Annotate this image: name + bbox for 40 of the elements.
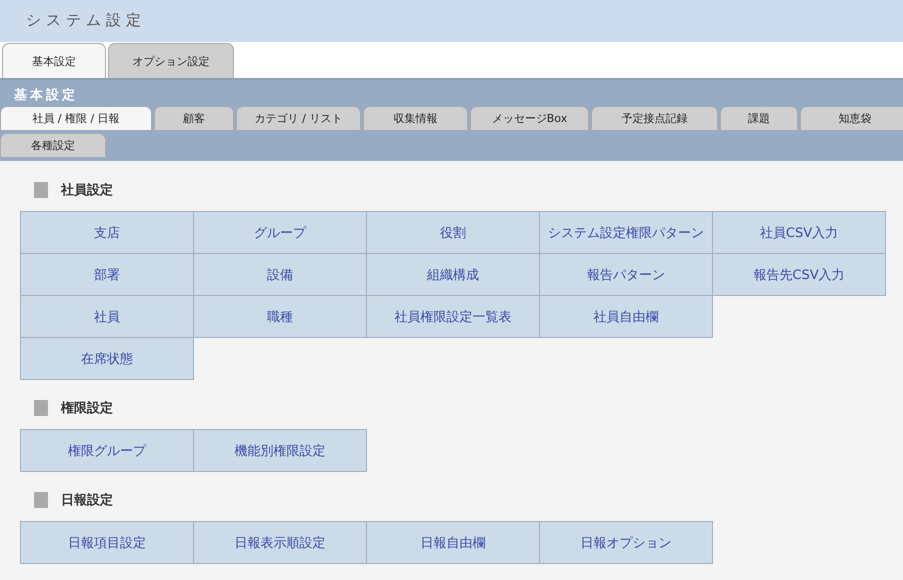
tab[interactable]: 予定接点記録: [591, 106, 718, 130]
tab[interactable]: 社員 / 権限 / 日報: [0, 106, 152, 130]
tab[interactable]: 顧客: [154, 106, 234, 130]
settings-link[interactable]: 社員自由欄: [539, 295, 713, 338]
settings-link[interactable]: 日報項目設定: [20, 521, 194, 564]
settings-link[interactable]: システム設定権限パターン: [539, 211, 713, 254]
tab[interactable]: カテゴリ / リスト: [236, 106, 361, 130]
settings-link[interactable]: 社員権限設定一覧表: [366, 295, 540, 338]
settings-link[interactable]: 機能別権限設定: [193, 429, 367, 472]
tab[interactable]: 各種設定: [0, 133, 106, 157]
panel-title: 基本設定: [14, 86, 78, 104]
tab[interactable]: 知恵袋: [800, 106, 903, 130]
settings-link[interactable]: 日報自由欄: [366, 521, 540, 564]
bullet-icon: [34, 400, 48, 416]
bullet-icon: [34, 492, 48, 508]
bullet-icon: [34, 182, 48, 198]
settings-link[interactable]: 部署: [20, 253, 194, 296]
settings-link[interactable]: 報告先CSV入力: [712, 253, 886, 296]
tab[interactable]: メッセージBox: [470, 106, 589, 130]
settings-link[interactable]: 職種: [193, 295, 367, 338]
tab[interactable]: 課題: [720, 106, 798, 130]
settings-link[interactable]: 在席状態: [20, 337, 194, 380]
settings-link[interactable]: 社員CSV入力: [712, 211, 886, 254]
settings-link[interactable]: グループ: [193, 211, 367, 254]
settings-link[interactable]: 役割: [366, 211, 540, 254]
settings-link[interactable]: 報告パターン: [539, 253, 713, 296]
section-heading: 社員設定: [61, 182, 113, 199]
settings-link[interactable]: 日報表示順設定: [193, 521, 367, 564]
settings-link[interactable]: 権限グループ: [20, 429, 194, 472]
page-title: システム設定: [26, 11, 146, 29]
section-heading: 日報設定: [61, 492, 113, 509]
tab[interactable]: 基本設定: [2, 43, 106, 78]
settings-link[interactable]: 設備: [193, 253, 367, 296]
settings-link[interactable]: 日報オプション: [539, 521, 713, 564]
tab[interactable]: オプション設定: [108, 43, 234, 78]
settings-link[interactable]: 支店: [20, 211, 194, 254]
settings-link[interactable]: 組織構成: [366, 253, 540, 296]
tab[interactable]: 収集情報: [363, 106, 468, 130]
settings-link[interactable]: 社員: [20, 295, 194, 338]
section-heading: 権限設定: [61, 400, 113, 417]
